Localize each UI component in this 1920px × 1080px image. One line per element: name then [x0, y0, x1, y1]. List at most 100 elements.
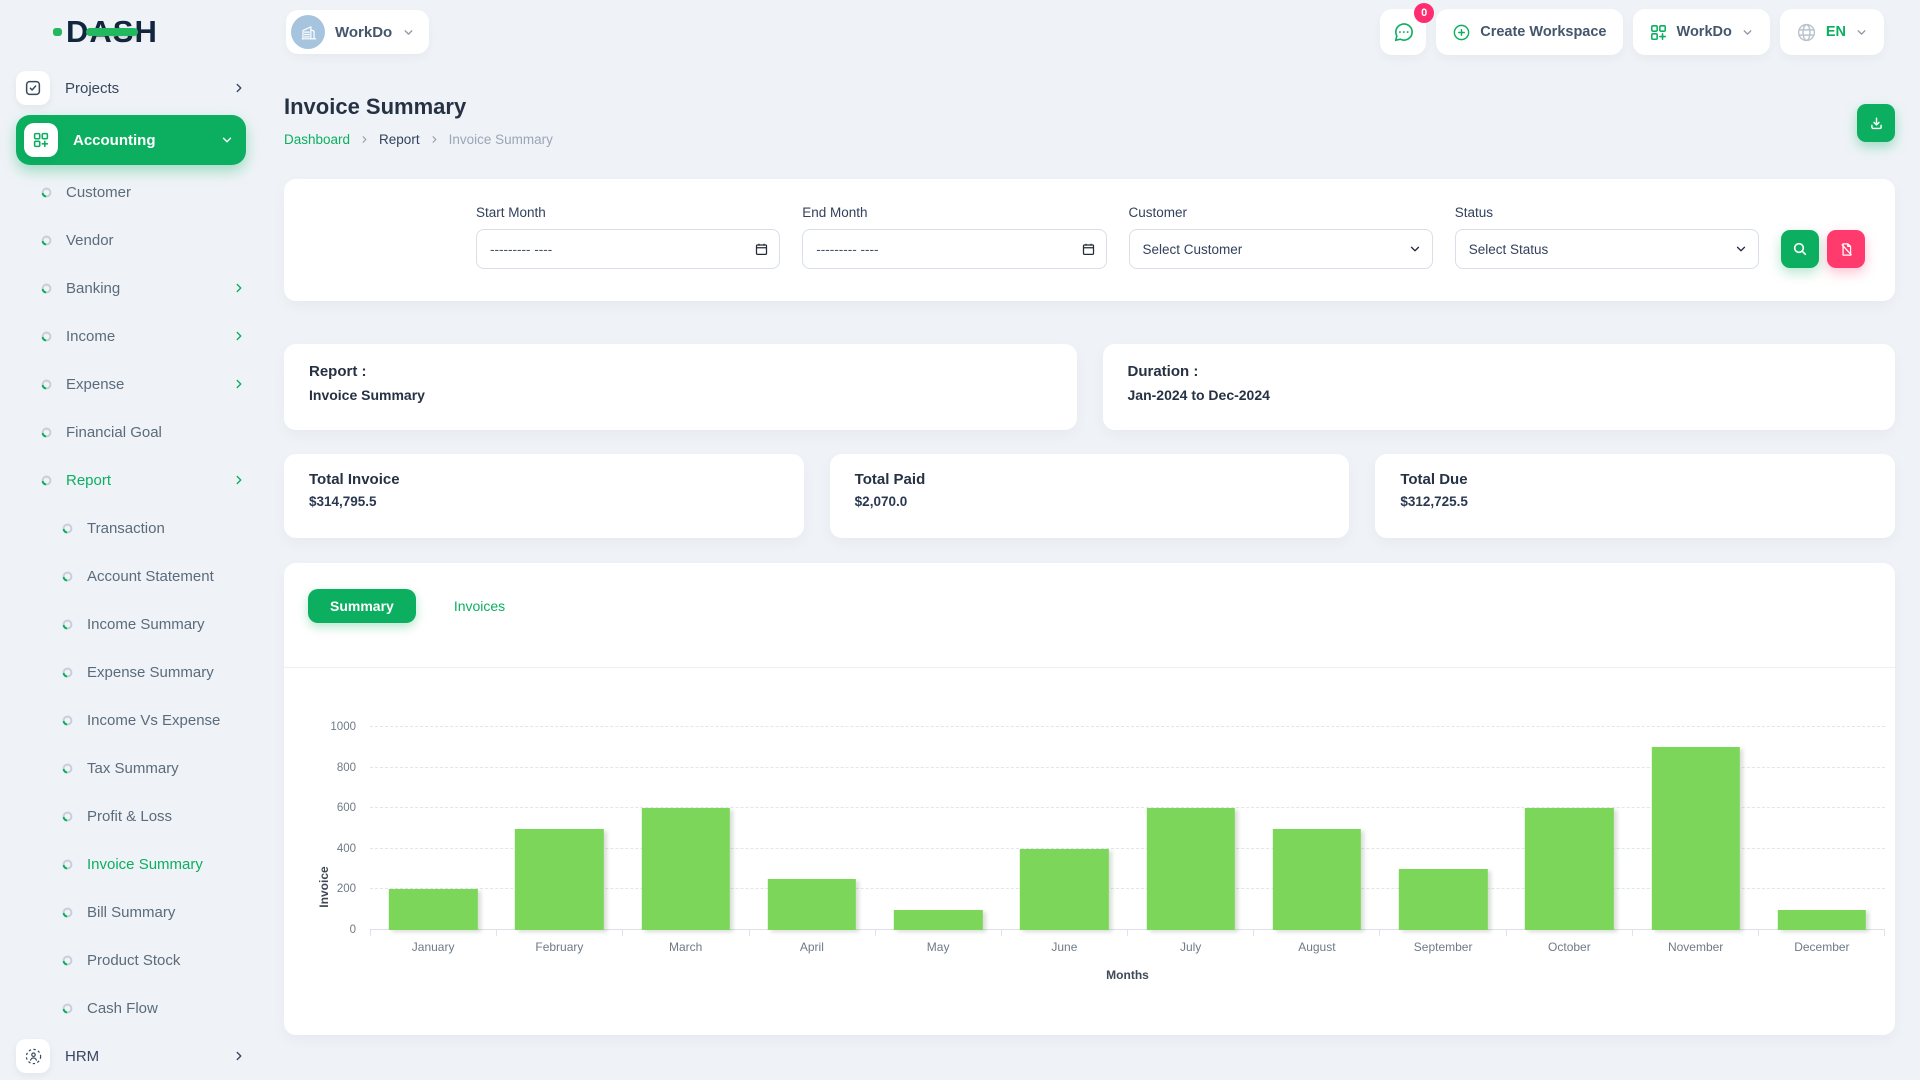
bar-february[interactable]	[515, 829, 603, 931]
sidebar-item-accounting[interactable]: Accounting	[16, 115, 246, 165]
x-label-november: November	[1633, 940, 1759, 954]
bar-june[interactable]	[1020, 849, 1108, 930]
bar-january[interactable]	[389, 889, 477, 930]
start-month-input[interactable]	[476, 229, 780, 269]
bar-august[interactable]	[1273, 829, 1361, 931]
bar-july[interactable]	[1146, 808, 1234, 930]
accounting-iconbox	[24, 123, 58, 157]
end-month-field: End Month	[802, 205, 1106, 269]
search-button[interactable]	[1781, 230, 1819, 268]
messages-button[interactable]: 0	[1380, 9, 1426, 55]
bullet-icon	[41, 379, 52, 390]
chevron-right-icon	[232, 329, 246, 343]
breadcrumb-report[interactable]: Report	[379, 132, 420, 147]
bullet-icon	[41, 283, 52, 294]
create-workspace-button[interactable]: Create Workspace	[1436, 9, 1622, 55]
sidebar-item-hrm[interactable]: HRM	[16, 1032, 246, 1080]
workdo-menu-label: WorkDo	[1677, 24, 1732, 40]
chevron-right-icon	[232, 281, 246, 295]
breadcrumb-invoice-summary: Invoice Summary	[449, 132, 553, 147]
sidebar-item-projects[interactable]: Projects	[16, 64, 246, 112]
bar-october[interactable]	[1525, 808, 1613, 930]
main-content: Invoice Summary Dashboard Report Invoice S…	[260, 64, 1920, 1035]
sidebar-item-customer[interactable]: Customer	[16, 168, 246, 216]
person-icon	[24, 1047, 43, 1066]
tab-invoices[interactable]: Invoices	[432, 589, 527, 623]
chevron-right-icon	[359, 134, 370, 145]
sidebar-item-label: Financial Goal	[66, 424, 246, 441]
bullet-icon	[62, 667, 73, 678]
bar-november[interactable]	[1651, 747, 1739, 930]
customer-field: Customer Select Customer	[1129, 205, 1433, 269]
sidebar-item-income-summary[interactable]: Income Summary	[16, 600, 246, 648]
sidebar-item-expense[interactable]: Expense	[16, 360, 246, 408]
end-month-input[interactable]	[802, 229, 1106, 269]
sidebar-item-label: Bill Summary	[87, 904, 246, 921]
duration-title: Duration :	[1128, 363, 1871, 380]
sidebar-item-bill-summary[interactable]: Bill Summary	[16, 888, 246, 936]
building-icon	[299, 23, 318, 42]
sidebar-item-invoice-summary[interactable]: Invoice Summary	[16, 840, 246, 888]
bar-april[interactable]	[768, 879, 856, 930]
sidebar-item-financial-goal[interactable]: Financial Goal	[16, 408, 246, 456]
sidebar-item-product-stock[interactable]: Product Stock	[16, 936, 246, 984]
bar-december[interactable]	[1778, 910, 1866, 930]
bullet-icon	[62, 907, 73, 918]
bullet-icon	[62, 571, 73, 582]
bar-september[interactable]	[1399, 869, 1487, 930]
sidebar-item-profit-loss[interactable]: Profit & Loss	[16, 792, 246, 840]
bar-cell-february	[496, 727, 622, 930]
sidebar-item-tax-summary[interactable]: Tax Summary	[16, 744, 246, 792]
chevron-right-icon	[429, 134, 440, 145]
stat-card-total-due: Total Due$312,725.5	[1375, 454, 1895, 538]
customer-select[interactable]: Select Customer	[1129, 229, 1433, 269]
stat-card-total-invoice: Total Invoice$314,795.5	[284, 454, 804, 538]
bar-may[interactable]	[894, 910, 982, 930]
x-label-september: September	[1380, 940, 1506, 954]
x-label-may: May	[875, 940, 1001, 954]
sidebar-item-expense-summary[interactable]: Expense Summary	[16, 648, 246, 696]
sidebar-item-label: Income Vs Expense	[87, 712, 246, 729]
stat-label: Total Paid	[855, 471, 1325, 488]
sidebar-item-transaction[interactable]: Transaction	[16, 504, 246, 552]
chevron-down-icon	[1855, 26, 1868, 39]
sidebar-item-label: Profit & Loss	[87, 808, 246, 825]
start-month-label: Start Month	[476, 205, 780, 220]
x-label-august: August	[1254, 940, 1380, 954]
file-slash-icon	[1839, 242, 1854, 257]
download-button[interactable]	[1857, 104, 1895, 142]
hrm-iconbox	[16, 1039, 50, 1073]
bullet-icon	[41, 283, 52, 294]
reset-filter-button[interactable]	[1827, 230, 1865, 268]
y-tick-800: 800	[337, 762, 356, 774]
bar-cell-october	[1506, 727, 1632, 930]
tab-summary[interactable]: Summary	[308, 589, 416, 623]
x-label-june: June	[1001, 940, 1127, 954]
bullet-icon	[62, 523, 73, 534]
status-field: Status Select Status	[1455, 205, 1759, 269]
language-button[interactable]: EN	[1780, 9, 1884, 55]
sidebar-item-banking[interactable]: Banking	[16, 264, 246, 312]
workspace-avatar	[291, 15, 325, 49]
bar-cell-march	[623, 727, 749, 930]
sidebar-item-cash-flow[interactable]: Cash Flow	[16, 984, 246, 1032]
bar-cell-august	[1254, 727, 1380, 930]
chevron-down-icon	[1741, 26, 1754, 39]
bullet-icon	[62, 619, 73, 630]
sidebar-item-account-statement[interactable]: Account Statement	[16, 552, 246, 600]
workdo-menu-button[interactable]: WorkDo	[1633, 9, 1770, 55]
breadcrumb: Dashboard Report Invoice Summary	[284, 132, 553, 147]
sidebar-item-report[interactable]: Report	[16, 456, 246, 504]
bullet-icon	[62, 763, 73, 774]
status-select[interactable]: Select Status	[1455, 229, 1759, 269]
workspace-switcher[interactable]: WorkDo	[286, 10, 429, 54]
bar-march[interactable]	[641, 808, 729, 930]
breadcrumb-dashboard[interactable]: Dashboard	[284, 132, 350, 147]
checkbox-icon	[24, 79, 42, 97]
sidebar-item-label: Invoice Summary	[87, 856, 246, 873]
x-label-february: February	[496, 940, 622, 954]
sidebar-item-income-vs-expense[interactable]: Income Vs Expense	[16, 696, 246, 744]
bullet-icon	[62, 1003, 73, 1014]
sidebar-item-vendor[interactable]: Vendor	[16, 216, 246, 264]
sidebar-item-income[interactable]: Income	[16, 312, 246, 360]
